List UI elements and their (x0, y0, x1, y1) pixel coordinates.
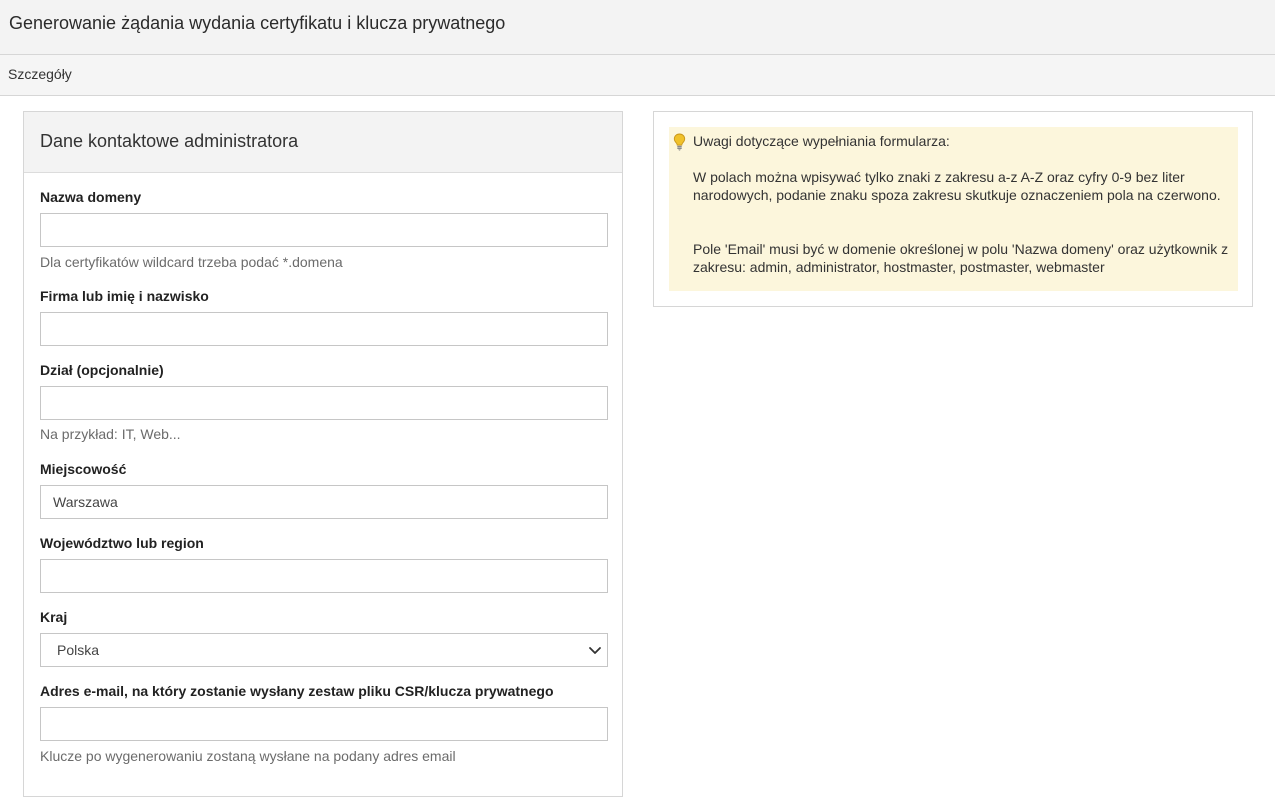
email-hint: Klucze po wygenerowaniu zostaną wysłane … (40, 748, 456, 764)
info-paragraph-email: Pole 'Email' musi być w domenie określon… (693, 241, 1229, 275)
info-paragraph-characters: W polach można wpisywać tylko znaki z za… (693, 169, 1221, 203)
email-input[interactable] (40, 707, 608, 741)
email-label: Adres e-mail, na który zostanie wysłany … (40, 683, 554, 699)
info-panel: Uwagi dotyczące wypełniania formularza: … (653, 111, 1253, 307)
country-label: Kraj (40, 609, 68, 625)
contact-form-panel: Dane kontaktowe administratora Nazwa dom… (23, 111, 623, 797)
country-select[interactable]: Polska (40, 633, 608, 667)
domain-input[interactable] (40, 213, 608, 247)
chevron-down-icon (589, 647, 601, 654)
company-label: Firma lub imię i nazwisko (40, 288, 209, 304)
info-title: Uwagi dotyczące wypełniania formularza: (693, 133, 950, 149)
page-title: Generowanie żądania wydania certyfikatu … (9, 13, 506, 33)
page-header: Generowanie żądania wydania certyfikatu … (0, 0, 1275, 55)
info-note: Uwagi dotyczące wypełniania formularza: … (669, 127, 1238, 291)
lightbulb-icon (673, 133, 686, 151)
region-input[interactable] (40, 559, 608, 593)
city-label: Miejscowość (40, 461, 127, 477)
department-label: Dział (opcjonalnie) (40, 362, 164, 378)
sub-navigation: Szczegóły (0, 55, 1275, 96)
company-input[interactable] (40, 312, 608, 346)
department-input[interactable] (40, 386, 608, 420)
panel-header: Dane kontaktowe administratora (24, 112, 622, 173)
department-hint: Na przykład: IT, Web... (40, 426, 181, 442)
panel-title: Dane kontaktowe administratora (40, 131, 299, 151)
domain-hint: Dla certyfikatów wildcard trzeba podać *… (40, 254, 343, 270)
region-label: Województwo lub region (40, 535, 204, 551)
city-input[interactable] (40, 485, 608, 519)
domain-label: Nazwa domeny (40, 189, 142, 205)
tab-details[interactable]: Szczegóły (8, 66, 72, 82)
country-selected-value: Polska (57, 642, 100, 658)
